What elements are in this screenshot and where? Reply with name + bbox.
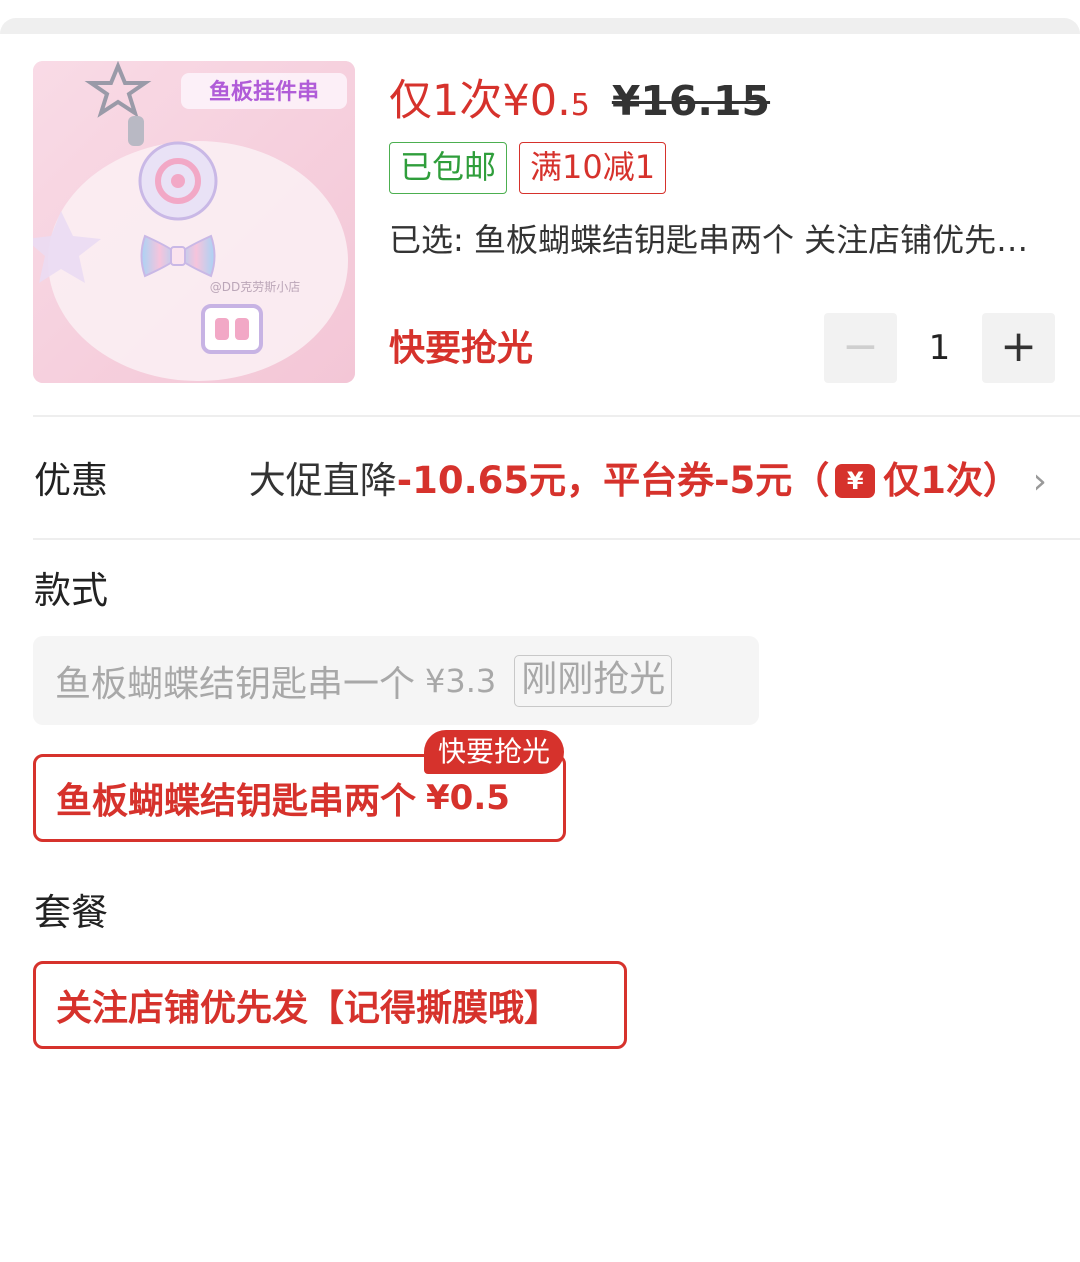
chevron-right-icon[interactable]: ›	[1033, 462, 1047, 502]
option-price: ¥0.5	[426, 778, 510, 818]
style-section-title: 款式	[34, 569, 108, 612]
promo-discount: -10.65元，平台券-5元（	[396, 459, 830, 502]
tag-list: 已包邮 满10减1	[389, 142, 667, 194]
style-option-one[interactable]: 鱼板蝴蝶结钥匙串一个 ¥3.3 刚刚抢光	[33, 636, 759, 725]
increase-button[interactable]: +	[982, 313, 1055, 383]
promo-row[interactable]: 大促直降 -10.65元，平台券-5元（ ¥ 仅1次）	[249, 456, 1020, 506]
price-prefix: 仅1次	[389, 76, 503, 126]
original-price: ¥16.15	[611, 77, 771, 125]
price-decimal: 5	[570, 88, 590, 123]
option-name: 鱼板蝴蝶结钥匙串一个	[55, 663, 416, 705]
package-section-title: 套餐	[34, 891, 108, 934]
price-integer: 0.	[529, 76, 571, 126]
decrease-button[interactable]: −	[824, 313, 897, 383]
option-price: ¥3.3	[425, 661, 497, 700]
quantity-value[interactable]: 1	[897, 313, 982, 383]
promo-prefix: 大促直降	[248, 459, 397, 502]
quantity-stepper: − 1 +	[824, 313, 1055, 383]
sheet-top-edge	[0, 18, 1080, 34]
keychain-illustration: 鱼板挂件串 @DD克劳斯小店	[33, 61, 355, 383]
option-name: 鱼板蝴蝶结钥匙串两个	[56, 781, 417, 822]
price-row: 仅1次 ¥ 0. 5 ¥16.15	[389, 66, 771, 126]
promo-once: 仅1次）	[883, 459, 1020, 502]
coupon-icon: ¥	[835, 464, 876, 498]
discount-tag: 满10减1	[519, 142, 667, 194]
hurry-badge: 快要抢光	[424, 730, 565, 774]
product-image[interactable]: 鱼板挂件串 @DD克劳斯小店	[33, 61, 355, 383]
option-name: 关注店铺优先发【记得撕膜哦】	[56, 988, 561, 1029]
selected-variant-text: 已选: 鱼板蝴蝶结钥匙串两个 关注店铺优先发【记得撕膜哦】	[389, 221, 1049, 259]
divider	[33, 415, 1080, 417]
divider	[33, 538, 1080, 540]
promo-label: 优惠	[34, 459, 108, 502]
sold-out-tag: 刚刚抢光	[514, 654, 673, 707]
price-currency: ¥	[502, 76, 530, 126]
stock-hint: 快要抢光	[389, 328, 534, 369]
free-shipping-tag: 已包邮	[389, 142, 508, 194]
image-caption: 鱼板挂件串	[209, 79, 319, 105]
image-watermark: @DD克劳斯小店	[210, 280, 300, 294]
package-option[interactable]: 关注店铺优先发【记得撕膜哦】	[33, 961, 627, 1049]
